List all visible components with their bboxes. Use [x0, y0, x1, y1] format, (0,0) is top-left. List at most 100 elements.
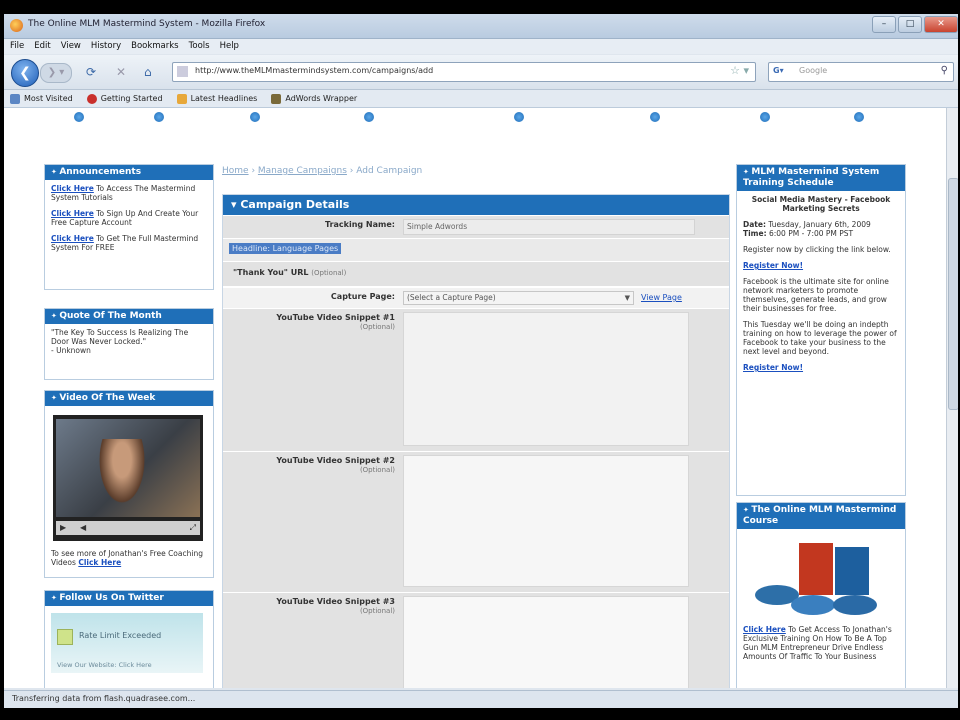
scrollbar-thumb[interactable] [948, 178, 958, 410]
youtube-snippet-3-input[interactable] [403, 596, 689, 688]
nav-dot-icon[interactable] [650, 112, 660, 122]
announcement-link[interactable]: Click Here [51, 234, 94, 243]
tracking-name-row: Tracking Name: Simple Adwords [223, 215, 729, 238]
training-description: Facebook is the ultimate site for online… [743, 277, 889, 313]
twitter-title: Follow Us On Twitter [45, 591, 213, 606]
minimize-icon[interactable]: – [872, 16, 896, 33]
youtube-snippet-2-label: YouTube Video Snippet #2 (Optional) [276, 456, 395, 474]
breadcrumb-home[interactable]: Home [222, 166, 249, 176]
menu-bar: File Edit View History Bookmarks Tools H… [4, 39, 958, 54]
youtube-snippet-1-input[interactable] [403, 312, 689, 446]
url-text[interactable]: http://www.theMLMmastermindsystem.com/ca… [195, 66, 433, 75]
register-now-link[interactable]: Register Now! [743, 261, 803, 270]
menu-edit[interactable]: Edit [34, 39, 50, 54]
course-dvd [833, 595, 877, 615]
navigation-toolbar: ❮ ❯ ▾ ⟳ ✕ ⌂ http://www.theMLMmasterminds… [4, 55, 958, 90]
reload-icon[interactable]: ⟳ [86, 65, 96, 79]
twitter-box: Follow Us On Twitter Rate Limit Exceeded… [44, 590, 214, 688]
view-page-link[interactable]: View Page [641, 293, 682, 302]
bookmarks-toolbar: Most Visited Getting Started Latest Head… [4, 90, 958, 108]
bookmark-most-visited[interactable]: Most Visited [10, 93, 73, 104]
campaign-details-panel: ▾ Campaign Details Tracking Name: Simple… [222, 194, 730, 688]
course-product-image [755, 543, 877, 615]
video-person [96, 439, 148, 509]
getting-started-icon [86, 93, 97, 104]
status-text: Transferring data from flash.quadrasee.c… [12, 694, 196, 703]
volume-icon[interactable]: ◀ [80, 523, 86, 532]
bookmark-star-icon[interactable]: ☆ ▾ [730, 64, 749, 77]
menu-bookmarks[interactable]: Bookmarks [131, 39, 179, 54]
video-caption-link[interactable]: Click Here [78, 558, 121, 567]
training-schedule-title: MLM Mastermind System Training Schedule [737, 165, 905, 191]
register-now-link[interactable]: Register Now! [743, 363, 803, 372]
twitter-widget: Rate Limit Exceeded View Our Website: Cl… [51, 613, 203, 673]
training-subtitle: Social Media Mastery - Facebook Marketin… [751, 195, 891, 213]
quote-text: "The Key To Success Is Realizing The Doo… [51, 328, 189, 346]
nav-dot-icon[interactable] [250, 112, 260, 122]
browser-window: The Online MLM Mastermind System - Mozil… [4, 14, 958, 708]
adwords-icon [271, 93, 282, 104]
thankyou-url-label: "Thank You" URL (Optional) [233, 268, 347, 277]
stop-icon[interactable]: ✕ [116, 65, 126, 79]
bookmark-getting-started[interactable]: Getting Started [86, 93, 163, 104]
training-schedule-box: MLM Mastermind System Training Schedule … [736, 164, 906, 496]
address-bar[interactable]: http://www.theMLMmastermindsystem.com/ca… [172, 62, 756, 82]
training-description: This Tuesday we'll be doing an indepth t… [743, 320, 897, 356]
announcement-item: Click Here To Get The Full Mastermind Sy… [51, 234, 199, 252]
youtube-snippet-1-row: YouTube Video Snippet #1 (Optional) [223, 308, 729, 451]
vertical-scrollbar[interactable] [946, 108, 958, 688]
nav-dot-icon[interactable] [154, 112, 164, 122]
campaign-details-title: ▾ Campaign Details [223, 195, 729, 215]
bookmark-adwords-wrapper[interactable]: AdWords Wrapper [271, 93, 357, 104]
play-icon[interactable]: ▶ [60, 523, 66, 532]
quote-title: Quote Of The Month [45, 309, 213, 324]
search-input[interactable]: G▾ Google ⚲ [768, 62, 954, 82]
back-button[interactable]: ❮ [11, 59, 39, 87]
capture-page-label: Capture Page: [330, 292, 395, 301]
nav-dot-icon[interactable] [760, 112, 770, 122]
maximize-icon[interactable]: □ [898, 16, 922, 33]
page-content: Announcements Click Here To Access The M… [4, 108, 946, 688]
nav-dot-icon[interactable] [854, 112, 864, 122]
bookmark-latest-headlines[interactable]: Latest Headlines [176, 93, 257, 104]
menu-file[interactable]: File [10, 39, 24, 54]
nav-dot-icon[interactable] [74, 112, 84, 122]
google-icon: G▾ [773, 66, 784, 75]
status-bar: Transferring data from flash.quadrasee.c… [4, 690, 958, 708]
home-icon[interactable]: ⌂ [144, 65, 152, 79]
nav-dot-icon[interactable] [364, 112, 374, 122]
capture-page-select[interactable]: (Select a Capture Page) ▼ [403, 291, 634, 305]
menu-help[interactable]: Help [220, 39, 239, 54]
nav-dot-icon[interactable] [514, 112, 524, 122]
title-bar: The Online MLM Mastermind System - Mozil… [4, 14, 958, 39]
course-link[interactable]: Click Here [743, 625, 786, 634]
course-dvd [791, 595, 835, 615]
video-controls: ▶ ◀ ⤢ [56, 521, 200, 535]
youtube-snippet-1-label: YouTube Video Snippet #1 (Optional) [276, 313, 395, 331]
close-icon[interactable]: ✕ [924, 16, 958, 33]
search-icon[interactable]: ⚲ [941, 65, 948, 76]
youtube-snippet-3-row: YouTube Video Snippet #3 (Optional) [223, 592, 729, 688]
twitter-widget-icon [57, 629, 73, 645]
video-player[interactable]: ▶ ◀ ⤢ [53, 415, 203, 541]
announcement-link[interactable]: Click Here [51, 184, 94, 193]
breadcrumb-campaigns[interactable]: Manage Campaigns [258, 166, 347, 176]
menu-view[interactable]: View [61, 39, 81, 54]
site-favicon [177, 66, 188, 77]
forward-button[interactable]: ❯ ▾ [40, 63, 72, 83]
youtube-snippet-2-input[interactable] [403, 455, 689, 587]
menu-history[interactable]: History [91, 39, 121, 54]
window-controls: – □ ✕ [872, 16, 958, 33]
tracking-name-input[interactable]: Simple Adwords [403, 219, 695, 235]
menu-tools[interactable]: Tools [189, 39, 210, 54]
window-title: The Online MLM Mastermind System - Mozil… [28, 19, 266, 29]
youtube-snippet-3-label: YouTube Video Snippet #3 (Optional) [276, 597, 395, 615]
twitter-widget-footer: View Our Website: Click Here [57, 661, 152, 669]
quote-author: - Unknown [51, 346, 91, 355]
course-book [835, 547, 869, 595]
headline-selection[interactable]: Headline: Language Pages [229, 243, 342, 254]
announcement-link[interactable]: Click Here [51, 209, 94, 218]
video-caption: To see more of Jonathan's Free Coaching … [51, 549, 203, 567]
fullscreen-icon[interactable]: ⤢ [190, 523, 196, 533]
course-box: The Online MLM Mastermind Course Click H… [736, 502, 906, 688]
